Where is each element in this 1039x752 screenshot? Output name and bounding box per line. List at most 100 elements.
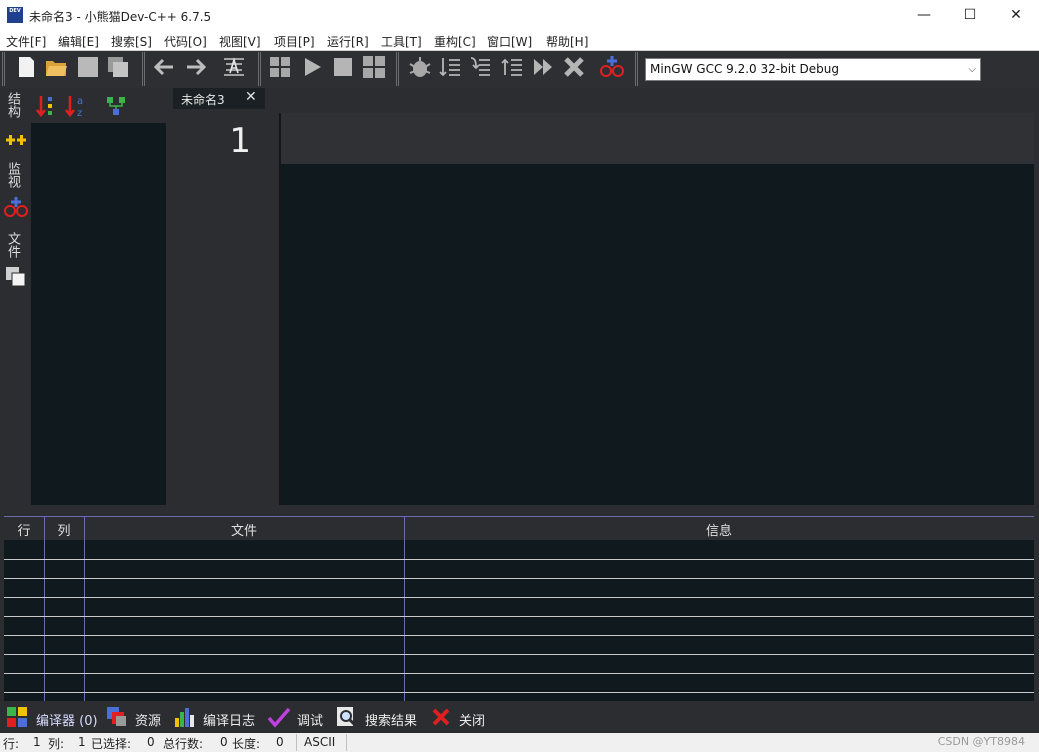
row-divider xyxy=(4,616,1034,617)
format-code-icon[interactable] xyxy=(222,55,246,79)
column-header-col[interactable]: 列 xyxy=(44,520,84,539)
status-col-label: 列: xyxy=(48,737,65,751)
left-side-tabs: 结构 监视 文件 xyxy=(0,88,30,508)
compiler-grid-icon xyxy=(7,707,27,727)
app-icon: DEV xyxy=(7,7,23,23)
continue-icon[interactable] xyxy=(531,55,555,79)
column-header-line[interactable]: 行 xyxy=(4,520,44,539)
add-watch-icon[interactable] xyxy=(600,55,624,79)
tab-close-label: 关闭 xyxy=(459,714,486,729)
tab-debug[interactable]: 调试 xyxy=(264,701,330,733)
side-tab-files[interactable]: 文件 xyxy=(5,232,22,258)
column-header-info[interactable]: 信息 xyxy=(404,520,1034,539)
tab-debug-label: 调试 xyxy=(297,714,324,729)
new-file-icon[interactable] xyxy=(14,55,38,79)
step-into-icon[interactable] xyxy=(468,55,492,79)
menu-refactor[interactable]: 重构[C] xyxy=(434,33,476,50)
menu-window[interactable]: 窗口[W] xyxy=(487,33,532,50)
save-icon[interactable] xyxy=(76,55,100,79)
status-encoding[interactable]: ASCII xyxy=(304,735,335,749)
tab-resource[interactable]: 资源 xyxy=(102,701,168,733)
tab-close-icon[interactable]: ✕ xyxy=(245,89,257,105)
column-divider xyxy=(404,517,405,702)
show-inherited-icon[interactable] xyxy=(106,96,126,116)
row-divider xyxy=(4,692,1034,693)
debug-icon[interactable] xyxy=(408,55,432,79)
code-editor[interactable] xyxy=(281,164,1034,505)
status-line-value: 1 xyxy=(33,735,41,749)
side-tab-watch[interactable]: 监视 xyxy=(5,162,22,188)
status-total-lines-value: 0 xyxy=(220,735,228,749)
tab-compile-log-label: 编译日志 xyxy=(203,714,256,729)
compile-icon[interactable] xyxy=(268,55,292,79)
compiler-select[interactable]: MinGW GCC 9.2.0 32-bit Debug ⌵ xyxy=(645,58,981,81)
menu-project[interactable]: 项目[P] xyxy=(274,33,315,50)
main-toolbar: MinGW GCC 9.2.0 32-bit Debug ⌵ xyxy=(0,51,1039,88)
column-divider xyxy=(44,517,45,702)
class-browser-panel[interactable] xyxy=(31,123,166,505)
row-divider xyxy=(4,578,1034,579)
column-header-file[interactable]: 文件 xyxy=(84,520,404,539)
menu-edit[interactable]: 编辑[E] xyxy=(58,33,99,50)
back-arrow-icon[interactable] xyxy=(152,55,176,79)
status-bar: 行: 1 列: 1 已选择: 0 总行数: 0 长度: 0 ASCII CSDN… xyxy=(0,733,1039,752)
menu-view[interactable]: 视图[V] xyxy=(219,33,261,50)
compiler-messages-table[interactable]: 行 列 文件 信息 xyxy=(4,516,1034,702)
tab-search-results[interactable]: 搜索结果 xyxy=(334,701,426,733)
status-col-value: 1 xyxy=(78,735,86,749)
step-over-icon[interactable] xyxy=(438,55,462,79)
status-length-label: 长度: xyxy=(232,737,261,751)
stop-debug-icon[interactable] xyxy=(562,55,586,79)
status-divider xyxy=(296,734,297,751)
step-out-icon[interactable] xyxy=(500,55,524,79)
sort-by-type-icon[interactable] xyxy=(36,94,56,118)
menu-help[interactable]: 帮助[H] xyxy=(546,33,588,50)
current-line-highlight[interactable] xyxy=(281,113,1034,164)
row-divider xyxy=(4,635,1034,636)
maximize-button[interactable]: ☐ xyxy=(947,0,993,31)
menu-code[interactable]: 代码[O] xyxy=(164,33,207,50)
stop-icon[interactable] xyxy=(331,55,355,79)
tab-compile-log[interactable]: 编译日志 xyxy=(170,701,262,733)
menu-file[interactable]: 文件[F] xyxy=(6,33,46,50)
tab-compiler-label: 编译器 (0) xyxy=(36,714,98,729)
close-red-icon xyxy=(432,708,450,726)
close-window-button[interactable]: ✕ xyxy=(993,0,1039,31)
menu-run[interactable]: 运行[R] xyxy=(327,33,369,50)
bottom-panel-tabs: 编译器 (0) 资源 编译日志 调试 搜索结果 关闭 xyxy=(0,701,1039,733)
tab-compiler[interactable]: 编译器 (0) xyxy=(0,701,98,733)
compile-run-icon[interactable] xyxy=(362,55,386,79)
status-line-label: 行: xyxy=(3,737,20,751)
row-divider xyxy=(4,673,1034,674)
line-number: 1 xyxy=(229,121,251,161)
row-divider xyxy=(4,597,1034,598)
menu-tools[interactable]: 工具[T] xyxy=(381,33,422,50)
editor-tab-title: 未命名3 xyxy=(181,93,225,107)
row-divider xyxy=(4,559,1034,560)
run-icon[interactable] xyxy=(300,55,324,79)
minimize-button[interactable]: — xyxy=(901,0,947,31)
watch-icon xyxy=(4,197,28,217)
open-folder-icon[interactable] xyxy=(44,55,68,79)
menu-bar: 文件[F] 编辑[E] 搜索[S] 代码[O] 视图[V] 项目[P] 运行[R… xyxy=(0,31,1039,51)
tab-close-panel[interactable]: 关闭 xyxy=(428,701,490,733)
editor-tab[interactable]: 未命名3 ✕ xyxy=(173,88,265,109)
svg-text:z: z xyxy=(77,108,82,118)
chevron-down-icon: ⌵ xyxy=(968,64,976,75)
sort-alphabetical-icon[interactable]: az xyxy=(65,94,87,118)
status-length-value: 0 xyxy=(276,735,284,749)
line-number-gutter: 1 xyxy=(171,113,279,505)
class-browser-toolbar: az xyxy=(30,88,170,123)
search-result-icon xyxy=(337,707,358,728)
status-selected-value: 0 xyxy=(147,735,155,749)
tab-search-results-label: 搜索结果 xyxy=(365,714,418,729)
svg-text:a: a xyxy=(77,96,83,107)
save-all-icon[interactable] xyxy=(106,55,130,79)
menu-search[interactable]: 搜索[S] xyxy=(111,33,152,50)
structure-plus-icon xyxy=(6,135,26,145)
forward-arrow-icon[interactable] xyxy=(184,55,208,79)
watermark-text: CSDN @YT8984 xyxy=(937,735,1025,748)
side-tab-structure[interactable]: 结构 xyxy=(5,92,22,118)
files-icon xyxy=(6,267,26,287)
title-bar: DEV 未命名3 - 小熊猫Dev-C++ 6.7.5 — ☐ ✕ xyxy=(0,0,1039,31)
